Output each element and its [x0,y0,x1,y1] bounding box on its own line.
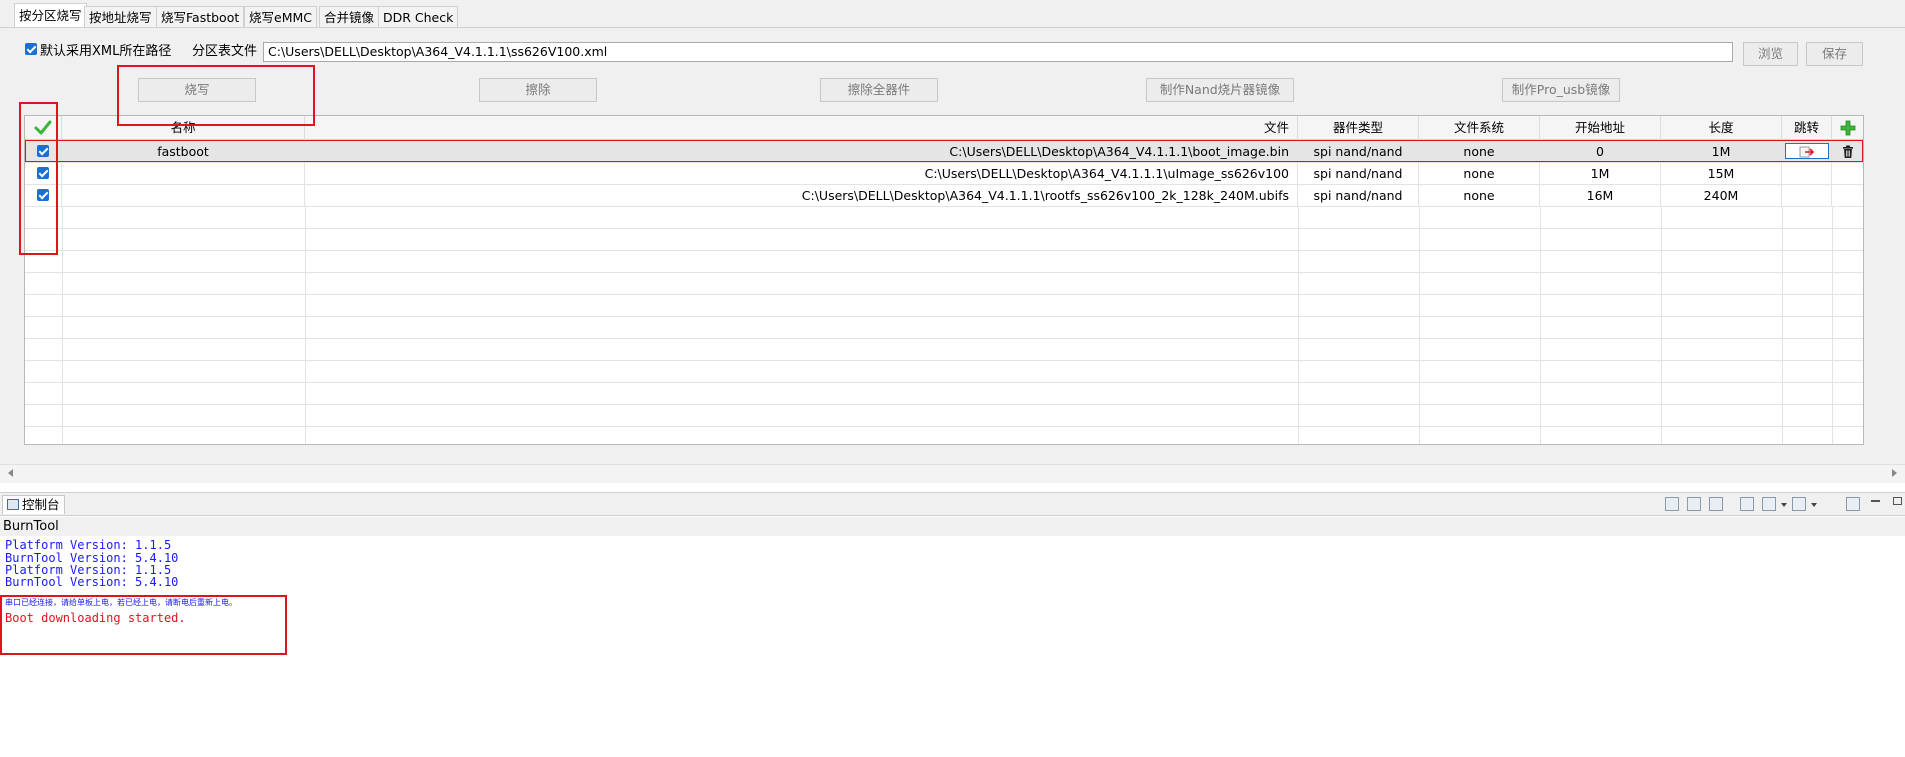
pin-console-icon[interactable] [1740,497,1754,511]
partition-table: 名称 文件 器件类型 文件系统 开始地址 长度 跳转 fastboot C:\U… [24,115,1864,445]
scroll-left-icon[interactable] [8,469,13,477]
make-nand-image-button[interactable]: 制作Nand烧片器镜像 [1146,78,1294,102]
scroll-lock-icon[interactable] [1687,497,1701,511]
tab-bar: 按分区烧写 按地址烧写 烧写Fastboot 烧写eMMC 合并镜像 DDR C… [0,0,1905,28]
empty-table-row [25,273,1863,295]
row-device-type[interactable]: spi nand/nand [1298,185,1419,207]
highlight-selected-row [25,140,1863,162]
row-file[interactable]: C:\Users\DELL\Desktop\A364_V4.1.1.1\uIma… [305,163,1298,185]
column-divider [1298,207,1299,444]
column-divider [1782,207,1783,444]
header-device-type: 器件类型 [1298,116,1419,140]
save-button[interactable]: 保存 [1806,42,1863,66]
scroll-right-icon[interactable] [1892,469,1897,477]
console-line: Platform Version: 1.1.5 [5,538,172,552]
column-divider [1419,207,1420,444]
clear-console-icon[interactable] [1665,497,1679,511]
header-filesystem: 文件系统 [1419,116,1540,140]
column-divider [62,207,63,444]
console-tab-label: 控制台 [22,497,60,512]
row-delete-cell[interactable] [1832,163,1863,185]
add-row-column[interactable] [1832,116,1863,140]
row-device-type[interactable]: spi nand/nand [1298,163,1419,185]
highlight-burn-button [117,65,315,126]
row-name[interactable] [62,185,305,207]
empty-table-row [25,229,1863,251]
open-console-icon[interactable] [1792,497,1806,511]
chevron-down-icon[interactable] [1811,503,1817,507]
empty-table-row [25,317,1863,339]
column-divider [1661,207,1662,444]
console-name: BurnTool [0,517,1905,536]
row-start-address[interactable]: 16M [1540,185,1661,207]
use-xml-path-checkbox[interactable] [25,43,37,55]
tab-address-burn[interactable]: 按地址烧写 [84,6,157,27]
column-divider [1540,207,1541,444]
tab-partition-burn[interactable]: 按分区烧写 [14,3,87,28]
erase-button[interactable]: 擦除 [479,78,597,102]
maximize-icon[interactable] [1893,497,1902,505]
use-xml-path-label: 默认采用XML所在路径 [40,44,172,59]
highlight-console-message [0,595,287,655]
table-row[interactable]: C:\Users\DELL\Desktop\A364_V4.1.1.1\uIma… [25,163,1863,185]
tab-burn-fastboot[interactable]: 烧写Fastboot [156,6,245,27]
tab-ddr-check[interactable]: DDR Check [378,6,459,27]
word-wrap-icon[interactable] [1709,497,1723,511]
tab-merge-image[interactable]: 合并镜像 [319,6,380,27]
row-delete-cell[interactable] [1832,185,1863,207]
row-file[interactable]: C:\Users\DELL\Desktop\A364_V4.1.1.1\root… [305,185,1298,207]
minimize-icon[interactable] [1871,500,1880,502]
header-file: 文件 [305,116,1298,140]
header-start-address: 开始地址 [1540,116,1661,140]
browse-button[interactable]: 浏览 [1743,42,1798,66]
console-tab[interactable]: 控制台 [2,495,65,514]
partition-file-label: 分区表文件 [192,44,258,59]
row-jump-cell[interactable] [1782,185,1832,207]
console-header: 控制台 [0,492,1905,516]
new-console-view-icon[interactable] [1846,497,1860,511]
highlight-checkbox-column [19,102,58,255]
row-start-address[interactable]: 1M [1540,163,1661,185]
column-divider [1832,207,1833,444]
display-console-icon[interactable] [1762,497,1776,511]
add-row-icon[interactable] [1840,120,1856,136]
empty-table-row [25,339,1863,361]
empty-table-row [25,251,1863,273]
empty-table-row [25,295,1863,317]
empty-table-row [25,207,1863,229]
row-jump-cell[interactable] [1782,163,1832,185]
row-filesystem[interactable]: none [1419,163,1540,185]
tab-burn-emmc[interactable]: 烧写eMMC [244,6,317,27]
row-filesystem[interactable]: none [1419,185,1540,207]
header-jump: 跳转 [1782,116,1832,140]
column-divider [305,207,306,444]
console-icon [7,499,19,510]
table-row[interactable]: C:\Users\DELL\Desktop\A364_V4.1.1.1\root… [25,185,1863,207]
console-line: BurnTool Version: 5.4.10 [5,575,179,589]
row-name[interactable] [62,163,305,185]
partition-file-input[interactable]: C:\Users\DELL\Desktop\A364_V4.1.1.1\ss62… [263,42,1733,62]
erase-all-button[interactable]: 擦除全器件 [820,78,938,102]
chevron-down-icon[interactable] [1781,503,1787,507]
row-length[interactable]: 240M [1661,185,1782,207]
horizontal-scrollbar[interactable] [0,464,1905,482]
make-pro-usb-image-button[interactable]: 制作Pro_usb镜像 [1502,78,1620,102]
empty-table-row [25,405,1863,427]
header-length: 长度 [1661,116,1782,140]
row-length[interactable]: 15M [1661,163,1782,185]
empty-table-row [25,427,1863,444]
empty-table-row [25,383,1863,405]
empty-table-row [25,361,1863,383]
